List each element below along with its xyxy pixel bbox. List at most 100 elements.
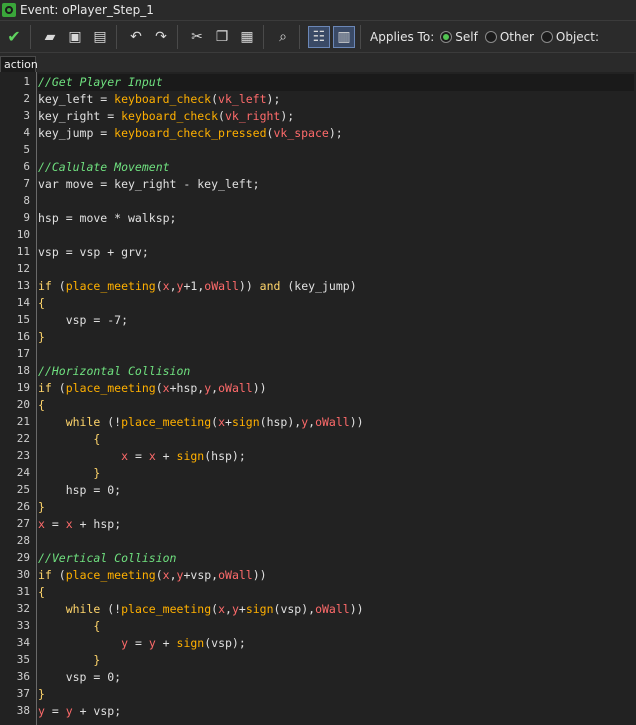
event-window: Event: oPlayer_Step_1 ✔ ▰ ▣ ▤ ↶ ↷ ✂ ❐ ▦ … [0,0,636,725]
applies-self-radio[interactable]: Self [440,30,478,44]
title-bar[interactable]: Event: oPlayer_Step_1 [0,0,636,20]
code-line[interactable]: vsp = 0; [38,669,121,686]
code-line[interactable]: hsp = 0; [38,482,121,499]
code-token: + [238,602,246,616]
code-line[interactable]: //Horizontal Collision [38,363,190,380]
code-line[interactable]: } [38,329,45,346]
line-number: 10 [16,228,30,241]
code-token: hsp = move * walksp; [38,211,177,225]
paste-clipboard-icon[interactable]: ▦ [236,26,258,48]
code-token: + [155,449,177,463]
line-number: 33 [16,619,30,632]
applies-other-radio[interactable]: Other [484,30,534,44]
redo-arrow-icon[interactable]: ↷ [150,26,172,48]
undo-arrow-icon[interactable]: ↶ [125,26,147,48]
code-token: oWall [315,602,350,616]
code-token: x [65,517,73,531]
code-token: )) [238,279,260,293]
line-number: 1 [23,75,30,88]
code-token: vsp = vsp + grv; [38,245,149,259]
code-token: x [148,449,156,463]
code-line[interactable]: x = x + sign(hsp); [38,448,246,465]
line-number: 34 [16,636,30,649]
code-token: x [38,517,45,531]
code-line[interactable]: key_jump = keyboard_check_pressed(vk_spa… [38,125,343,142]
toolbar-separator [116,24,117,49]
code-token: ( [218,109,225,123]
code-line[interactable]: if (place_meeting(x,y+1,oWall)) and (key… [38,278,357,295]
show-line-numbers-icon[interactable]: ☷ [308,25,330,48]
line-number: 12 [16,262,30,275]
code-token: ( [211,92,219,106]
line-number: 36 [16,670,30,683]
cut-scissors-icon[interactable]: ✂ [186,26,208,48]
code-token: + hsp; [72,517,122,531]
line-number: 23 [16,449,30,462]
line-number: 13 [16,279,30,292]
code-token: sign [176,636,205,650]
code-token: )) [349,602,364,616]
code-line[interactable]: while (!place_meeting(x,y+sign(vsp),oWal… [38,601,364,618]
gamemaker-app-icon [2,3,16,17]
toolbar-separator [299,24,300,49]
code-line[interactable]: y = y + sign(vsp); [38,635,246,652]
line-number: 5 [23,143,30,156]
applies-object-radio[interactable]: Object: [540,30,599,44]
code-token: { [38,432,101,446]
code-line[interactable]: } [38,465,100,482]
save-disk-icon[interactable]: ▣ [64,26,86,48]
code-line[interactable]: key_left = keyboard_check(vk_left); [38,91,280,108]
code-line[interactable]: } [38,499,45,516]
code-line[interactable]: while (!place_meeting(x+sign(hsp),y,oWal… [38,414,364,431]
code-token: (hsp); [204,449,246,463]
code-line[interactable]: { [38,295,45,312]
copy-icon[interactable]: ❐ [211,26,233,48]
code-token: ); [266,92,281,106]
tab-strip: action [0,53,636,72]
code-area[interactable]: //Get Player Input key_left = keyboard_ch… [38,72,636,725]
code-line[interactable]: { [38,618,100,635]
code-token: x [218,415,225,429]
code-token: sign [245,602,274,616]
line-number: 6 [23,160,30,173]
code-line[interactable]: //Vertical Collision [38,550,176,567]
code-line[interactable]: if (place_meeting(x,y+vsp,oWall)) [38,567,267,584]
code-line[interactable]: y = y + vsp; [38,703,121,720]
code-line[interactable]: } [38,686,45,703]
print-icon[interactable]: ▤ [89,26,111,48]
code-editor[interactable]: 1 2 3 4 5 6 7 8 9 10 11 12 13 14 15 16 17 18 19 20 21 22 23 24 2… [0,72,636,725]
code-line[interactable]: key_right = keyboard_check(vk_right); [38,108,294,125]
code-token: = [44,517,66,531]
code-line[interactable]: if (place_meeting(x+hsp,y,oWall)) [38,380,267,397]
toolbar-separator [360,24,361,49]
code-view-icon[interactable]: ▥ [333,25,355,48]
code-line[interactable]: vsp = vsp + grv; [38,244,149,261]
tab-action[interactable]: action [0,56,38,72]
code-token: place_meeting [65,279,156,293]
toolbar: ✔ ▰ ▣ ▤ ↶ ↷ ✂ ❐ ▦ ⌕ ☷ ▥ Applies To: Self… [0,20,636,53]
window-title: Event: oPlayer_Step_1 [20,3,154,17]
code-token: , [169,279,177,293]
code-token: //Calulate Movement [38,160,170,174]
code-token: oWall [218,381,253,395]
confirm-check-icon[interactable]: ✔ [3,26,25,48]
code-line[interactable]: { [38,584,45,601]
code-line[interactable]: //Get Player Input [38,74,634,91]
code-line[interactable]: hsp = move * walksp; [38,210,176,227]
open-folder-icon[interactable]: ▰ [39,26,61,48]
code-line[interactable]: { [38,431,100,448]
code-line[interactable]: //Calulate Movement [38,159,170,176]
code-line[interactable]: vsp = -7; [38,312,128,329]
code-token: y [121,636,129,650]
code-line[interactable]: x = x + hsp; [38,516,121,533]
search-magnifier-icon[interactable]: ⌕ [272,26,294,48]
code-token: )) [252,568,267,582]
line-number: 11 [16,245,30,258]
code-line[interactable]: } [38,652,100,669]
code-token: } [38,687,45,701]
code-line[interactable]: { [38,397,45,414]
code-token: ( [155,568,163,582]
code-line[interactable]: var move = key_right - key_left; [38,176,260,193]
code-token: = [44,704,66,718]
line-number: 29 [16,551,30,564]
